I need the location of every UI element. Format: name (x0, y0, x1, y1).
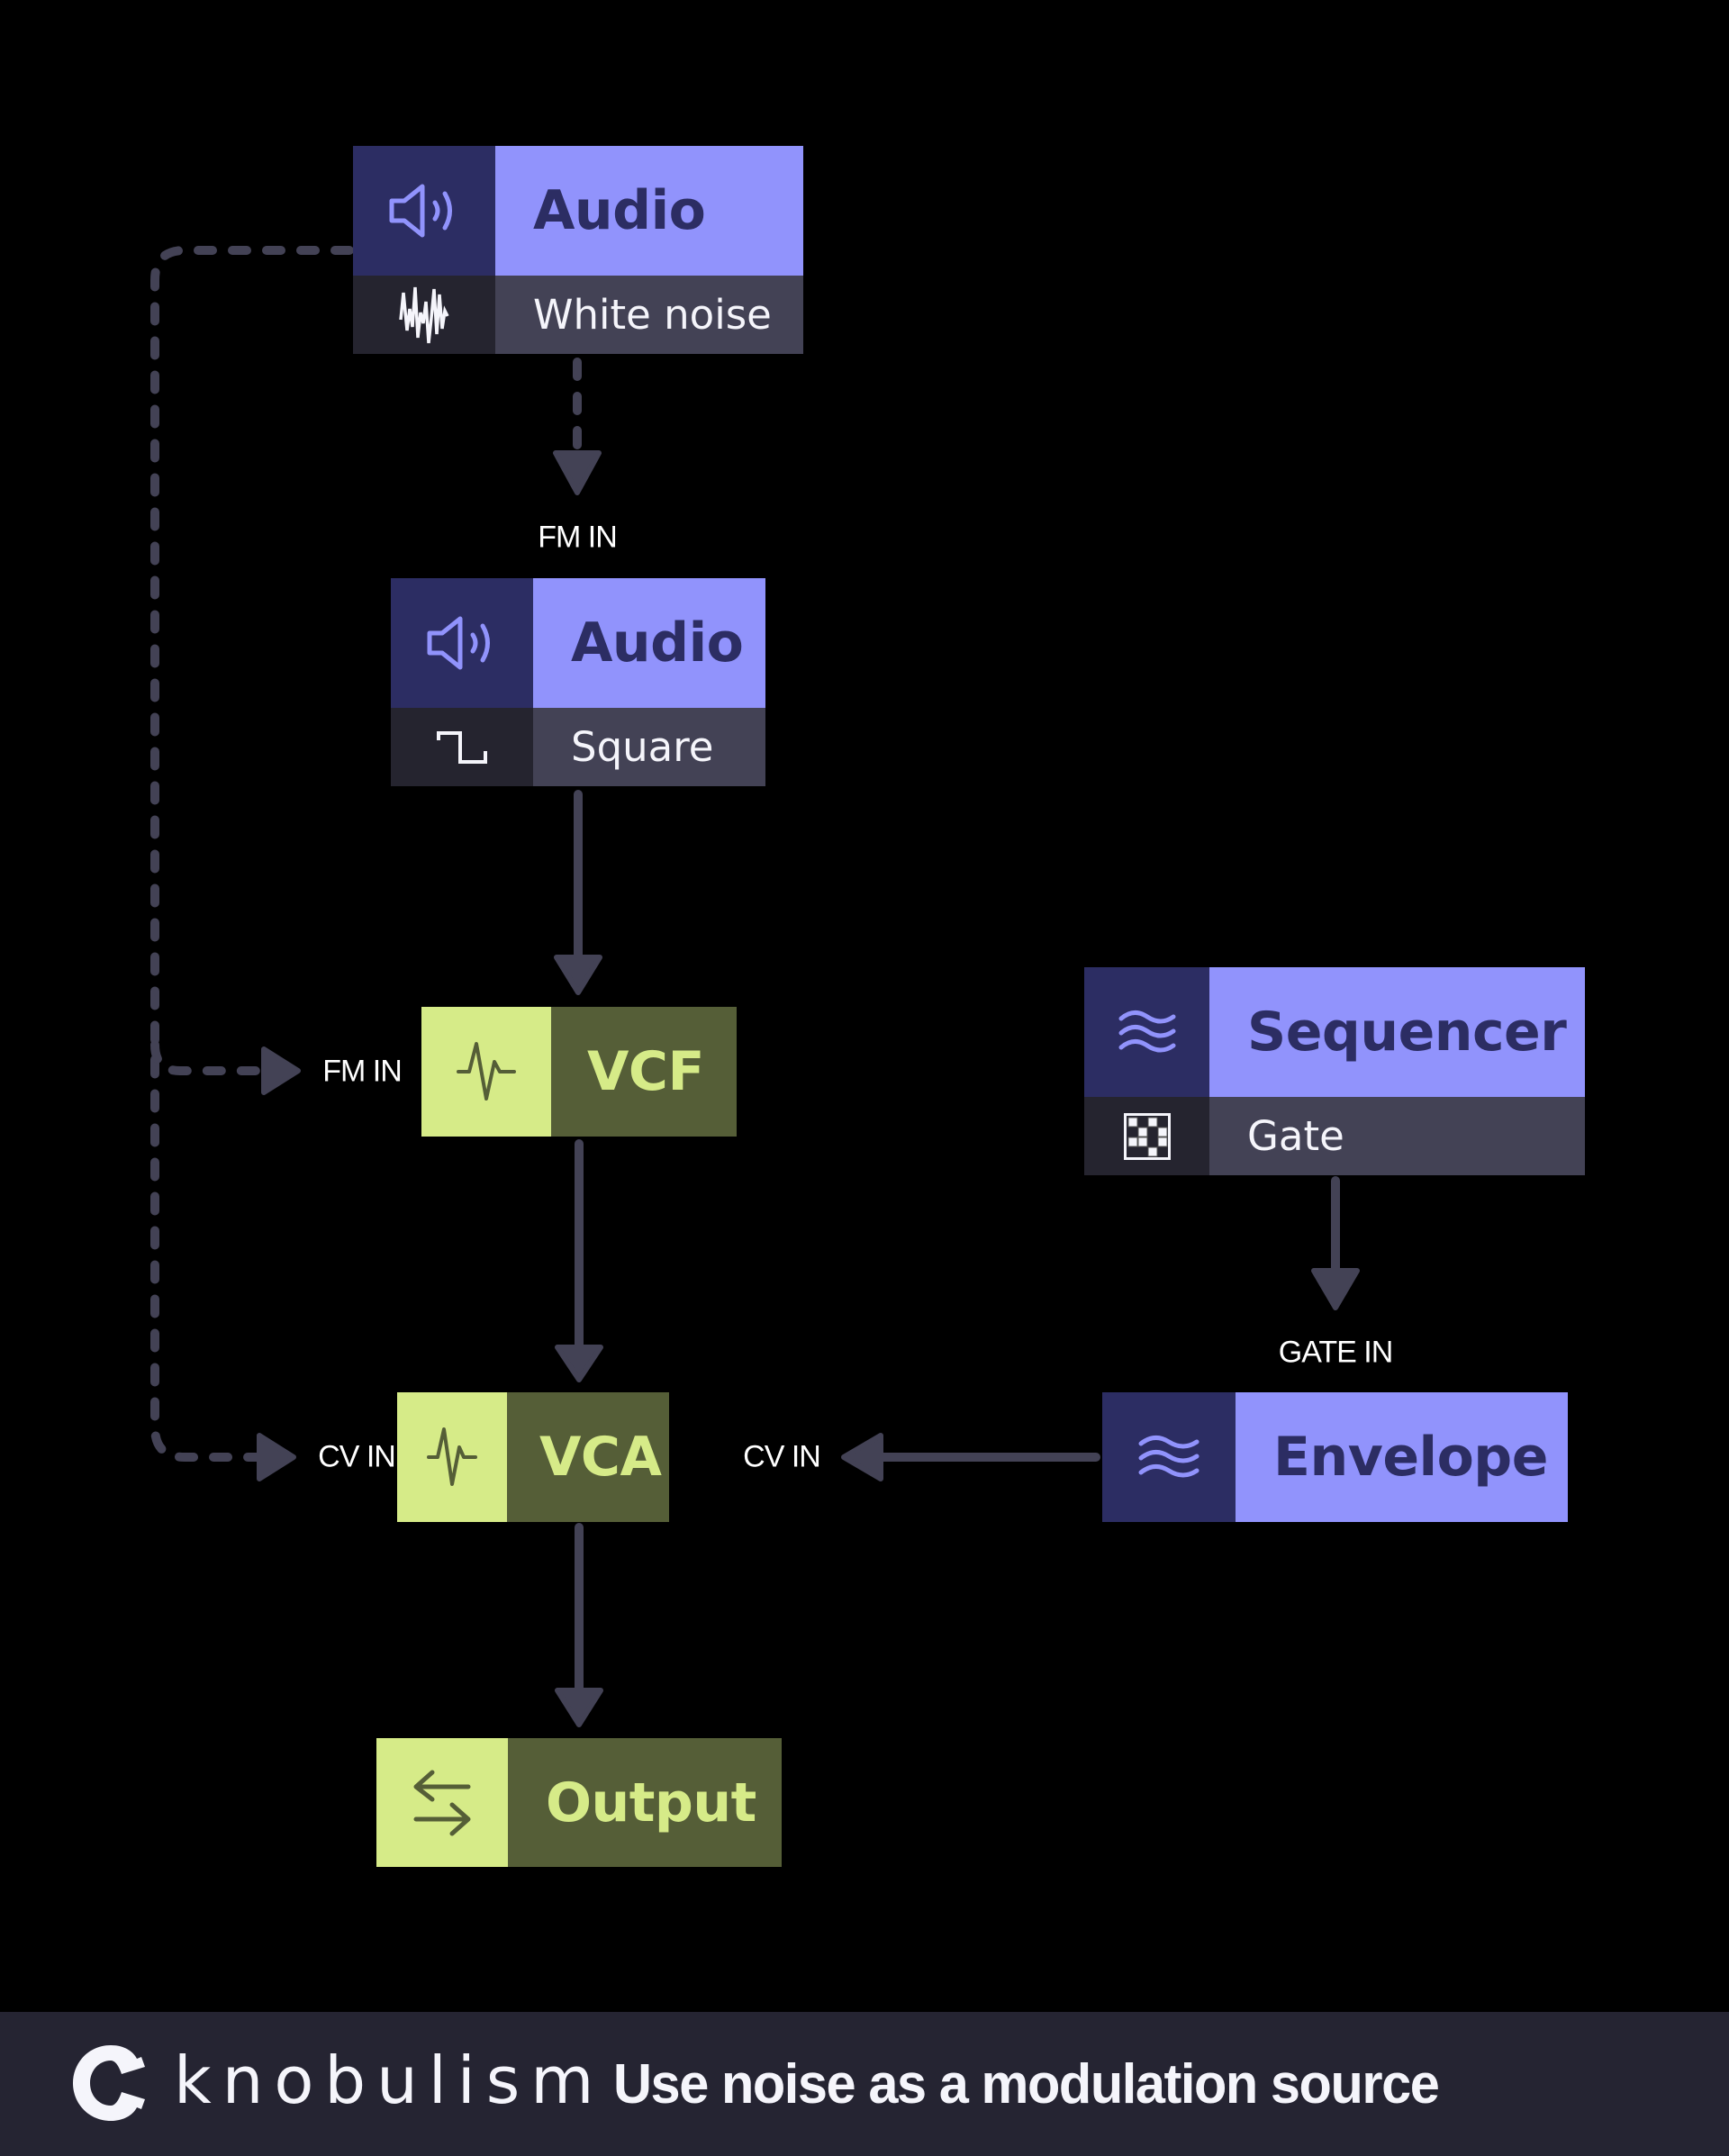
wire-noise-to-vcf-vca (150, 246, 354, 1462)
port-label-vca-cv-in-left: CV IN (318, 1439, 396, 1474)
grid-pattern-icon (1084, 1097, 1209, 1175)
waves-icon (1084, 967, 1209, 1097)
square-wave-icon (391, 708, 533, 786)
arrowhead-output-in (555, 1688, 603, 1727)
footer-headline: Use noise as a modulation source (613, 2053, 1440, 2115)
speaker-icon (353, 146, 495, 276)
node-audio-square[interactable]: Audio Square (391, 578, 765, 786)
arrowhead-vcf-in (554, 955, 602, 995)
node-title: VCA (507, 1392, 669, 1522)
node-title: VCF (551, 1007, 737, 1137)
node-title: Audio (533, 578, 765, 708)
wire-noise-branch-vcf (150, 1040, 266, 1075)
swap-arrows-icon (376, 1738, 508, 1867)
node-sequencer[interactable]: Sequencer Gate (1084, 967, 1585, 1175)
node-vcf[interactable]: VCF (421, 1007, 737, 1137)
node-subtitle: Gate (1209, 1097, 1585, 1175)
speaker-icon (391, 578, 533, 708)
node-title: Audio (495, 146, 803, 276)
arrowhead-gate-in (1311, 1268, 1360, 1310)
arrowhead-vca-cv-left (257, 1433, 296, 1481)
node-title: Sequencer (1209, 967, 1585, 1097)
port-label-vcf-fm-in: FM IN (322, 1054, 403, 1089)
node-subtitle: Square (533, 708, 765, 786)
port-label-envelope-gate-in: GATE IN (1278, 1335, 1393, 1370)
node-envelope[interactable]: Envelope (1102, 1392, 1568, 1522)
node-audio-white-noise[interactable]: Audio White noise (353, 146, 803, 354)
node-subtitle: White noise (495, 276, 803, 354)
noise-wave-icon (353, 276, 495, 354)
node-title: Output (508, 1738, 782, 1867)
node-output[interactable]: Output (376, 1738, 782, 1867)
arrowhead-square-fm-in (553, 450, 602, 495)
port-label-square-fm-in: FM IN (538, 520, 618, 555)
arrowhead-vca-in (555, 1345, 603, 1382)
node-title: Envelope (1236, 1392, 1568, 1522)
pulse-icon (397, 1392, 507, 1522)
knobulism-logo-icon (73, 2045, 145, 2121)
brand-wordmark: knobulism (174, 2043, 605, 2118)
port-label-vca-cv-in-right: CV IN (743, 1439, 821, 1474)
arrowhead-vcf-fm-in (261, 1046, 301, 1095)
node-vca[interactable]: VCA (397, 1392, 669, 1522)
pulse-icon (421, 1007, 551, 1137)
waves-icon (1102, 1392, 1236, 1522)
arrowhead-vca-cv-right (841, 1433, 883, 1481)
